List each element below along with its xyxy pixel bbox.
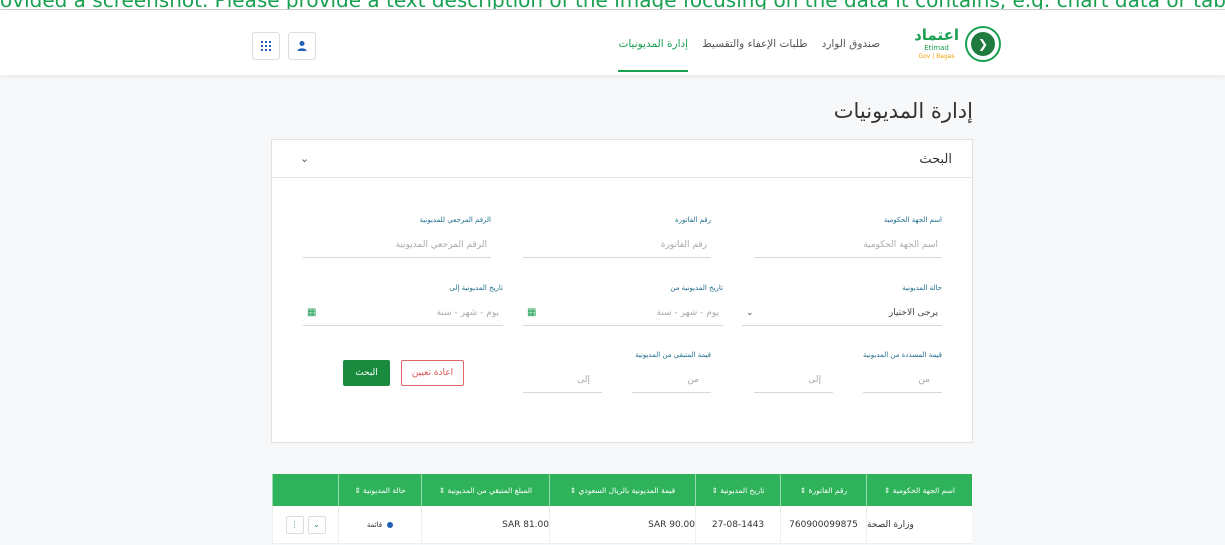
date-from-input[interactable]: يوم - شهر - سنة ▦ [523,300,723,326]
apps-button[interactable] [252,32,280,60]
date-to-label: تاريخ المديونية إلى [449,284,503,292]
remaining-from-input[interactable]: من [632,367,711,393]
nav-inbox[interactable]: صندوق الوارد [822,38,880,50]
ref-label: الرقم المرجعي للمديونية [419,216,491,224]
col-date[interactable]: تاريخ المديونية ⇕ [695,474,780,506]
remaining-label: قيمة المتبقي من المديونية [635,351,711,359]
banner-text: ovided a screenshot. Please provide a te… [0,0,1225,9]
ref-input[interactable]: الرقم المرجعي المديونية [303,232,491,258]
cell-amount: SAR 90.00 [549,506,695,543]
date-to-field: تاريخ المديونية إلى يوم - شهر - سنة ▦ [303,284,503,326]
status-field: حالة المديونية يرجى الاختيار ⌄ [742,284,942,326]
remaining-range: قيمة المتبقي من المديونية من إلى [523,351,711,393]
col-actions [272,474,338,506]
date-from-field: تاريخ المديونية من يوم - شهر - سنة ▦ [523,284,723,326]
calendar-icon[interactable]: ▦ [307,307,316,318]
remaining-to-input[interactable]: إلى [523,367,602,393]
nav-debt-management[interactable]: إدارة المديونيات [618,38,688,72]
search-panel: البحث ⌄ اسم الجهة الحكومية اسم الجهة الح… [271,139,973,443]
invoice-field: رقم الفاتورة رقم الفاتورة [523,216,711,258]
cell-invoice: 760900099875 [780,506,866,543]
col-gov[interactable]: اسم الجهة الحكومية ⇕ [866,474,972,506]
brand-name-ar: اعتماد [914,26,959,44]
debts-table: اسم الجهة الحكومية ⇕ رقم الفاتورة ⇕ تاري… [272,474,972,544]
nav-exemption-requests[interactable]: طلبات الإعفاء والتقسيط [702,38,808,50]
paid-from-input[interactable]: من [863,367,942,393]
cell-actions: ⌄ ⋮ [272,506,338,543]
col-amount[interactable]: قيمة المديونية بالريال السعودي ⇕ [549,474,695,506]
cell-status: قائمة [338,506,421,543]
brand-tagline: Gov | Bagas [918,53,955,60]
top-banner: ovided a screenshot. Please provide a te… [0,0,1225,10]
status-label: حالة المديونية [902,284,942,292]
date-to-input[interactable]: يوم - شهر - سنة ▦ [303,300,503,326]
reset-button[interactable]: اعادة تعيين [401,360,464,386]
table-header: اسم الجهة الحكومية ⇕ رقم الفاتورة ⇕ تاري… [272,474,972,506]
col-status[interactable]: حالة المديونية ⇕ [338,474,421,506]
calendar-icon[interactable]: ▦ [527,307,536,318]
gov-name-input[interactable]: اسم الجهة الحكومية [754,232,942,258]
col-remaining[interactable]: المبلغ المتبقي من المديونية ⇕ [421,474,549,506]
logo-icon: ❯ [965,26,1001,62]
col-invoice[interactable]: رقم الفاتورة ⇕ [780,474,866,506]
search-panel-header[interactable]: البحث ⌄ [272,140,972,178]
header: ❯ اعتماد Etimad Gov | Bagas إدارة المديو… [0,10,1225,75]
main-nav: إدارة المديونيات طلبات الإعفاء والتقسيط … [618,38,880,72]
gov-name-field: اسم الجهة الحكومية اسم الجهة الحكومية [754,216,942,258]
status-select[interactable]: يرجى الاختيار ⌄ [742,300,942,326]
grid-icon [261,41,271,51]
status-dot [387,521,394,528]
date-from-label: تاريخ المديونية من [670,284,723,292]
invoice-input[interactable]: رقم الفاتورة [523,232,711,258]
row-menu-button[interactable]: ⋮ [285,515,304,534]
invoice-label: رقم الفاتورة [675,216,711,224]
paid-range: قيمة المسددة من المديونية من إلى [754,351,942,393]
paid-label: قيمة المسددة من المديونية [862,351,942,359]
page-title: إدارة المديونيات [833,99,973,123]
chevron-down-icon: ⌄ [746,307,754,318]
cell-date: 27-08-1443 [695,506,780,543]
cell-gov: وزارة الصحة [866,506,972,543]
paid-to-input[interactable]: إلى [754,367,833,393]
brand-name-en: Etimad [924,44,949,52]
chevron-down-icon[interactable]: ⌄ [300,152,309,165]
cell-remaining: SAR 81.00 [421,506,549,543]
ref-field: الرقم المرجعي للمديونية الرقم المرجعي ال… [303,216,491,258]
user-icon [297,41,307,51]
expand-row-button[interactable]: ⌄ [307,515,326,534]
status-text: قائمة [366,520,383,529]
user-button[interactable] [288,32,316,60]
gov-name-label: اسم الجهة الحكومية [883,216,942,224]
search-panel-title: البحث [919,152,952,167]
brand-logo[interactable]: ❯ اعتماد Etimad Gov | Bagas [906,24,1001,64]
search-button[interactable]: البحث [343,360,390,386]
table-row[interactable]: وزارة الصحة 760900099875 27-08-1443 SAR … [272,506,972,544]
